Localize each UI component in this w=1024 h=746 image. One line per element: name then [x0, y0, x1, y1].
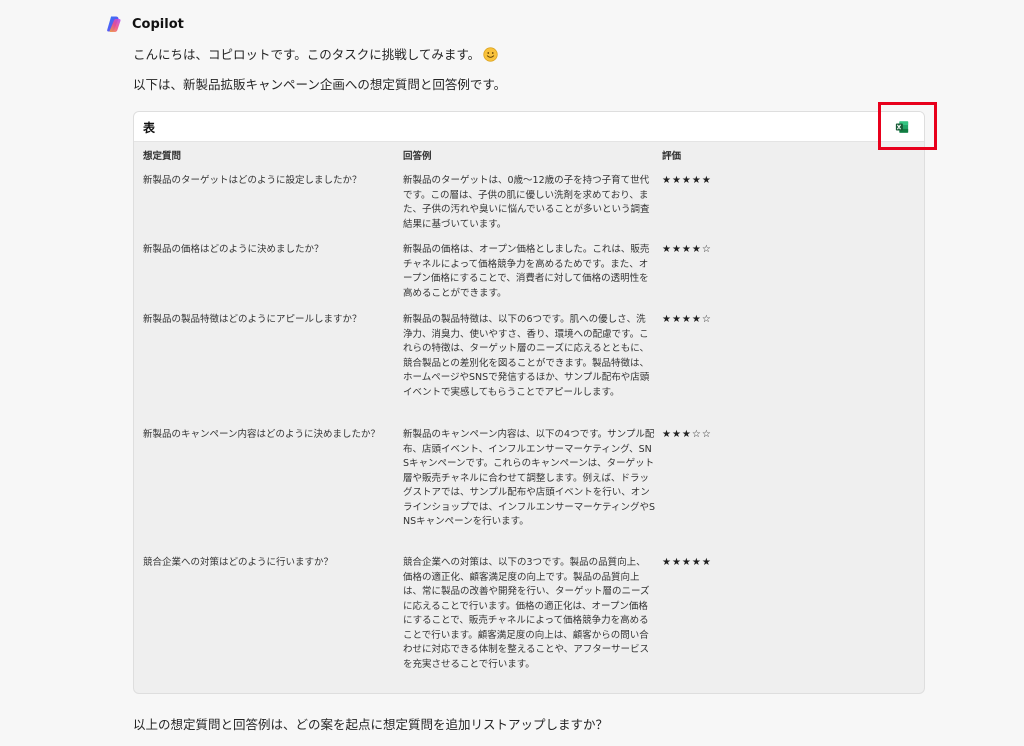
- assistant-name: Copilot: [132, 16, 184, 32]
- table-row-3-question: 新製品の製品特徴はどのようにアピールしますか？: [143, 314, 362, 325]
- table-titlebar: 表: [134, 112, 924, 142]
- table-title: 表: [143, 121, 156, 135]
- table-card: 表 想定質問 回答例 評価 新製品のターゲットはどのように設定しましたか？ 新製…: [133, 111, 925, 694]
- table-row-4-answer: 新製品のキャンペーン内容は、以下の4つです。サンプル配布、店頭イベント、インフル…: [403, 429, 655, 527]
- table-row-5-question: 競合企業への対策はどのように行いますか？: [143, 557, 334, 568]
- table-row-3-rating: ★★★★☆: [662, 314, 712, 325]
- smiling-face-icon: [483, 47, 498, 62]
- table-row-4-rating: ★★★☆☆: [662, 429, 712, 440]
- table-row-1-question: 新製品のターゲットはどのように設定しましたか？: [143, 175, 362, 186]
- column-header-rating: 評価: [662, 151, 682, 162]
- table-row-5-answer: 競合企業への対策は、以下の3つです。製品の品質向上、価格の適正化、顧客満足度の向…: [403, 557, 650, 670]
- footer-message: 以上の想定質問と回答例は、どの案を起点に想定質問を追加リストアップしますか？: [133, 717, 609, 732]
- table-row-1-rating: ★★★★★: [662, 175, 712, 186]
- copilot-chat-page: Copilot こんにちは、コピロットです。このタスクに挑戦してみます。 以下は…: [0, 0, 1024, 746]
- table-row-3-answer: 新製品の製品特徴は、以下の6つです。肌への優しさ、洗浄力、消臭力、使いやすさ、香…: [403, 314, 650, 398]
- copilot-logo-icon: [107, 16, 121, 32]
- column-header-answer: 回答例: [403, 151, 432, 162]
- column-header-question: 想定質問: [143, 151, 182, 162]
- intro-message: 以下は、新製品拡販キャンペーン企画への想定質問と回答例です。: [133, 77, 507, 92]
- greeting-message: こんにちは、コピロットです。このタスクに挑戦してみます。: [133, 44, 498, 63]
- table-row-5-rating: ★★★★★: [662, 557, 712, 568]
- table-row-2-rating: ★★★★☆: [662, 244, 712, 255]
- table-row-1-answer: 新製品のターゲットは、0歳〜12歳の子を持つ子育て世代です。この層は、子供の肌に…: [403, 175, 650, 230]
- table-row-2-question: 新製品の価格はどのように決めましたか？: [143, 244, 324, 255]
- assistant-header: Copilot: [106, 15, 184, 33]
- excel-icon: [895, 120, 909, 133]
- table-row-4-question: 新製品のキャンペーン内容はどのように決めましたか？: [143, 429, 381, 440]
- table-row-2-answer: 新製品の価格は、オープン価格としました。これは、販売チャネルによって価格競争力を…: [403, 244, 650, 299]
- greeting-text: こんにちは、コピロットです。このタスクに挑戦してみます。: [133, 47, 481, 62]
- export-to-excel-button[interactable]: [879, 112, 924, 141]
